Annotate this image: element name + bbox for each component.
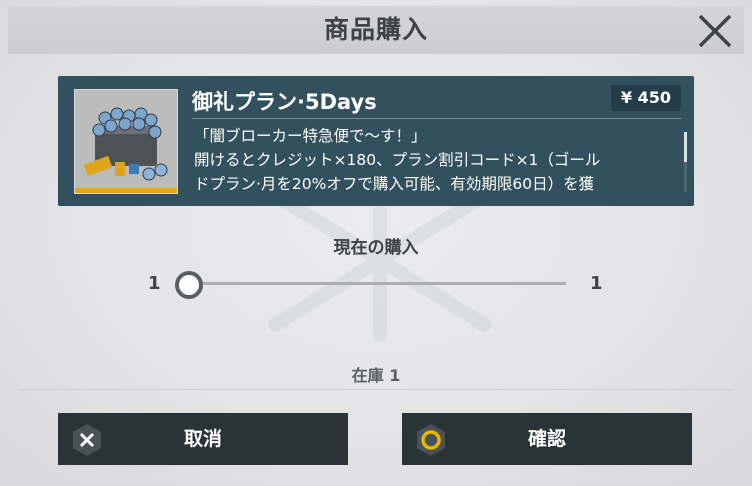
dialog-title: 商品購入 <box>323 15 428 44</box>
quantity-min: 1 <box>148 273 161 294</box>
rarity-bar <box>75 188 177 193</box>
description-line: 開けるとクレジット×180、プラン割引コード×1（ゴール <box>194 151 601 169</box>
quantity-label: 現在の購入 <box>333 238 419 258</box>
product-description[interactable]: 「闇ブローカー特急便で～す！」 開けるとクレジット×180、プラン割引コード×1… <box>194 124 678 200</box>
quantity-max: 1 <box>590 273 603 294</box>
divider <box>192 118 682 119</box>
divider <box>20 389 732 390</box>
product-card: 御礼プラン·5Days ¥ 450 「闇ブローカー特急便で～す！」 開けるとクレ… <box>58 76 694 206</box>
description-line: ドプラン·月を20%オフで購入可能、有効期限60日）を獲 <box>194 175 595 193</box>
description-line: 「闇ブローカー特急便で～す！」 <box>194 127 427 145</box>
confirm-label: 確認 <box>527 428 566 450</box>
price-badge: ¥ 450 <box>611 85 681 111</box>
cancel-label: 取消 <box>183 428 222 450</box>
confirm-button[interactable]: 確認 <box>402 413 692 465</box>
description-scrollbar-thumb[interactable] <box>684 132 687 162</box>
quantity-slider-knob[interactable] <box>175 271 203 299</box>
product-name: 御礼プラン·5Days <box>192 90 377 114</box>
quantity-slider-track[interactable] <box>188 282 566 285</box>
cancel-button[interactable]: 取消 <box>58 413 348 465</box>
product-thumbnail <box>74 89 178 194</box>
supply-crate-icon <box>83 107 168 181</box>
close-icon[interactable] <box>694 10 736 52</box>
stock-count: 在庫 1 <box>351 366 401 385</box>
